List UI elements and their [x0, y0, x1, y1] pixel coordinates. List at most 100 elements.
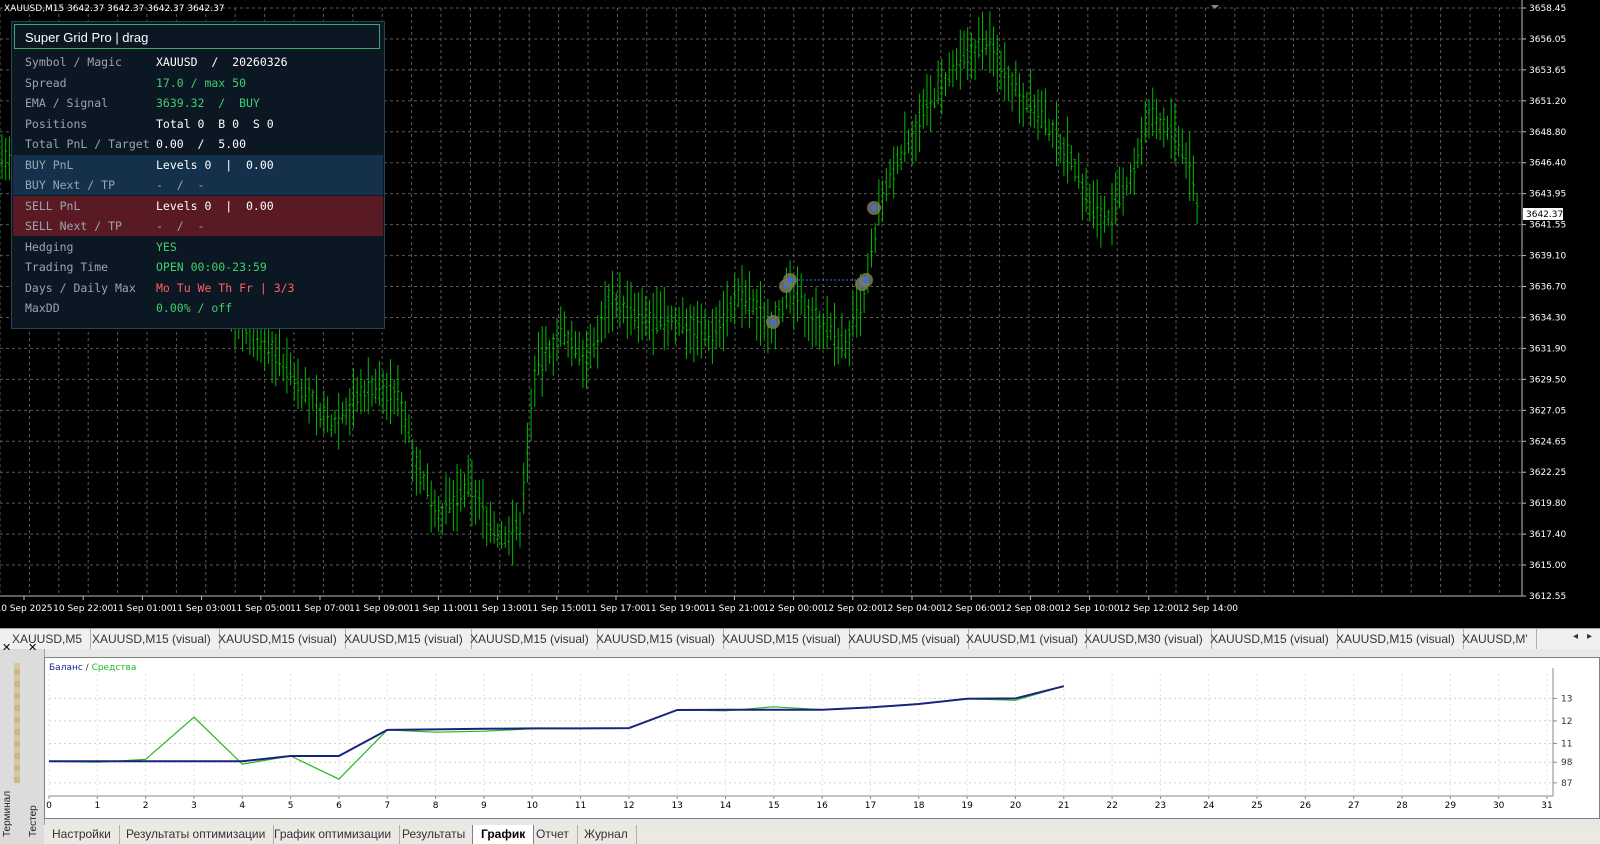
panel-row-label: Hedging: [25, 239, 74, 254]
chart-tab[interactable]: XAUUSD,M': [1454, 629, 1537, 649]
panel-row-label: SELL Next / TP: [25, 219, 122, 233]
panel-title[interactable]: Super Grid Pro | drag: [14, 24, 380, 49]
panel-row-label: Positions: [25, 116, 88, 131]
balance-graph-canvas: Баланс / Средства13121198870 1 2 3 4 5 6 7 8 9 10 1…: [46, 663, 1573, 811]
graph-x-label: 1: [94, 801, 100, 811]
panel-row: SELL PnL Levels 0 | 0.00: [13, 195, 383, 216]
graph-x-label: 5: [288, 801, 294, 811]
panel-row-value: YES: [156, 239, 177, 254]
time-label: 11 Sep 21:00: [704, 604, 764, 614]
chart-tab[interactable]: XAUUSD,M15 (visual): [462, 629, 598, 649]
panel-row-value: Levels 0 | 0.00: [156, 157, 274, 172]
panel-row: BUY PnL Levels 0 | 0.00: [13, 154, 383, 175]
panel-row-label: Total PnL / Target: [25, 137, 150, 151]
tester-side-bar: ✕ ✕ Терминал Тестер: [0, 642, 45, 844]
chart-tab[interactable]: XAUUSD,M15 (visual): [336, 629, 472, 649]
equity-line: [48, 685, 1064, 780]
chart-tabs-bar: XAUUSD,M5 XAUUSD,M15 (visual) XAUUSD,M15 (…: [0, 628, 1600, 650]
time-label: 12 Sep 12:00: [1119, 604, 1179, 614]
chart-tab[interactable]: XAUUSD,M15 (visual): [1202, 629, 1338, 649]
panel-row-label: Spread: [25, 75, 67, 90]
tab-scroll-right-icon[interactable]: ▸: [1587, 631, 1592, 642]
chart-tab[interactable]: XAUUSD,M15 (visual): [210, 629, 346, 649]
tester-tabs: Настройки Результаты оптимизации График оп…: [44, 825, 1600, 844]
time-label: 11 Sep 01:00: [112, 604, 172, 614]
price-label: 3643.95: [1529, 190, 1566, 200]
graph-x-label: 18: [913, 801, 925, 811]
graph-x-label: 26: [1300, 801, 1312, 811]
price-label: 3627.05: [1529, 406, 1566, 416]
price-label: 3615.00: [1529, 561, 1566, 571]
graph-x-label: 24: [1203, 801, 1215, 811]
chart-tab[interactable]: XAUUSD,M15 (visual): [84, 629, 220, 649]
panel-row-value: 3639.32 / BUY: [156, 96, 260, 110]
time-label: 11 Sep 13:00: [468, 604, 528, 614]
legend-equity: Средства: [92, 663, 137, 673]
graph-legend: Баланс / Средства: [49, 663, 136, 673]
panel-row-value: XAUUSD / 20260326: [156, 55, 288, 69]
time-label: 10 Sep 22:00: [53, 604, 113, 614]
close-icon[interactable]: ✕: [28, 641, 37, 654]
panel-row: Symbol / Magic XAUUSD / 20260326: [13, 52, 383, 72]
terminal-side-label[interactable]: Терминал: [2, 791, 13, 837]
chart-tab[interactable]: XAUUSD,M5: [4, 629, 92, 649]
graph-x-label: 25: [1251, 801, 1262, 811]
panel-row: MaxDD 0.00% / off: [13, 298, 383, 318]
tester-tab[interactable]: Журнал: [576, 825, 637, 844]
panel-row: Trading Time OPEN 00:00-23:59: [13, 257, 383, 277]
panel-row-value: Mo Tu We Th Fr | 3/3: [156, 280, 295, 295]
tab-scroll-left-icon[interactable]: ◂: [1573, 631, 1578, 642]
time-label: 11 Sep 09:00: [349, 604, 409, 614]
graph-x-label: 23: [1155, 801, 1166, 811]
strategy-tester-panel: ✕ ✕ Терминал Тестер Баланс / Средства 13 1…: [0, 642, 1600, 844]
time-label: 11 Sep 11:00: [408, 604, 468, 614]
trade-marker-dot: [871, 205, 877, 211]
graph-x-label: 13: [671, 801, 682, 811]
time-label: 12 Sep 04:00: [882, 604, 942, 614]
price-label: 3653.65: [1529, 66, 1566, 76]
panel-row-label: Symbol / Magic: [25, 55, 122, 69]
price-chart[interactable]: 3658.45 3656.05 3653.65 3651.20 3648.80 3646.…: [0, 0, 1600, 628]
balance-graph: Баланс / Средства 13 12 11 98 87 0 1 2 3 4 5 6 7 8 9 10 1…: [44, 657, 1600, 819]
graph-x-label: 28: [1396, 801, 1408, 811]
time-label: 12 Sep 06:00: [941, 604, 1001, 614]
price-label: 3631.90: [1529, 344, 1566, 354]
graph-x-label: 22: [1106, 801, 1117, 811]
graph-x-label: 30: [1493, 801, 1505, 811]
chart-tab[interactable]: XAUUSD,M30 (visual): [1076, 629, 1212, 649]
graph-x-label: 20: [1010, 801, 1022, 811]
price-label: 3612.55: [1529, 592, 1566, 602]
panel-row: EMA / Signal 3639.32 / BUY: [13, 93, 383, 113]
tester-tab[interactable]: Отчет: [528, 825, 578, 844]
tester-tab[interactable]: График: [472, 825, 535, 844]
chart-tab[interactable]: XAUUSD,M5 (visual): [840, 629, 970, 649]
tester-side-label[interactable]: Тестер: [28, 805, 39, 837]
panel-row-value: Levels 0 | 0.00: [156, 198, 274, 213]
tester-tab[interactable]: Результаты: [394, 825, 475, 844]
ea-info-panel[interactable]: Super Grid Pro | drag Symbol / Magic XAUU…: [11, 21, 385, 329]
price-label: 3648.80: [1529, 128, 1566, 138]
panel-row-label: SELL PnL: [25, 198, 81, 213]
tester-tab[interactable]: Результаты оптимизации: [118, 825, 275, 844]
price-label: 3651.20: [1529, 97, 1566, 107]
graph-x-label: 29: [1445, 801, 1457, 811]
chart-tab[interactable]: XAUUSD,M1 (visual): [958, 629, 1088, 649]
price-label: 3656.05: [1529, 35, 1566, 45]
price-label: 3622.25: [1529, 468, 1566, 478]
price-label: 3639.10: [1529, 252, 1566, 262]
panel-row-label: EMA / Signal: [25, 96, 109, 110]
panel-row-value: 0.00% / off: [156, 301, 233, 315]
chart-tab[interactable]: XAUUSD,M15 (visual): [588, 629, 724, 649]
tester-tab[interactable]: График оптимизации: [266, 825, 401, 844]
tester-tab[interactable]: Настройки: [44, 825, 120, 844]
graph-x-label: 11: [575, 801, 586, 811]
graph-y-label: 11: [1561, 739, 1572, 749]
legend-separator: /: [83, 663, 92, 673]
time-label: 12 Sep 14:00: [1178, 604, 1238, 614]
chart-tab[interactable]: XAUUSD,M15 (visual): [714, 629, 850, 649]
chart-tab[interactable]: XAUUSD,M15 (visual): [1328, 629, 1464, 649]
graph-x-label: 14: [720, 801, 732, 811]
close-icon[interactable]: ✕: [2, 641, 11, 654]
panel-row-value: 0.00 / 5.00: [156, 137, 247, 151]
panel-row: SELL Next / TP - / -: [13, 216, 383, 236]
